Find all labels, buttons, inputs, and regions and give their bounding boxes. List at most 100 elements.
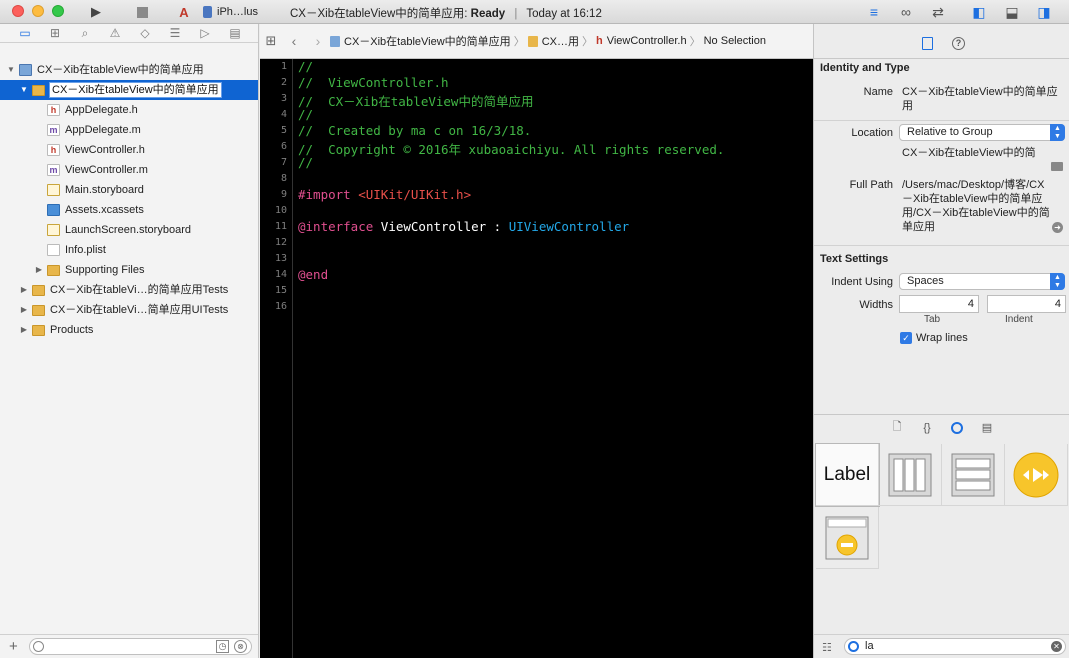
tree-row[interactable]: Info.plist	[0, 240, 258, 260]
tree-row[interactable]: ▶ Supporting Files	[0, 260, 258, 280]
header-file-icon: h	[47, 144, 60, 156]
tab-tests[interactable]: ◇	[130, 24, 160, 42]
wrap-lines-checkbox[interactable]: ✓	[900, 332, 912, 344]
filter-icon	[33, 641, 44, 652]
navigator-tabs: ▭ ⊞ ⌕ ⚠ ◇ ☰ ▷ ▤	[0, 24, 258, 43]
back-button[interactable]: ‹	[282, 33, 306, 49]
toggle-debug-area-button[interactable]: ⬓	[1000, 2, 1024, 22]
assistant-editor-button[interactable]: ∞	[894, 2, 918, 22]
close-window-button[interactable]	[12, 5, 24, 17]
tree-row-label: Info.plist	[65, 244, 106, 256]
code-area[interactable]: 1 2 3 4 5 6 7 8 9 10 11 12 13 14 15 16 //// ViewControl…	[260, 59, 813, 658]
tree-row[interactable]: Assets.xcassets	[0, 200, 258, 220]
tab-find[interactable]: ⌕	[70, 24, 100, 42]
tab-reports[interactable]: ▤	[220, 24, 250, 42]
table-view-icon	[951, 453, 995, 496]
disclosure-open-icon[interactable]: ▼	[19, 80, 29, 100]
file-inspector-tab[interactable]	[922, 37, 933, 50]
line-number: 14	[274, 269, 287, 280]
run-button[interactable]: ▶	[86, 2, 106, 22]
zoom-window-button[interactable]	[52, 5, 64, 17]
tree-row[interactable]: ▶ Products	[0, 320, 258, 340]
view-controller-icon	[825, 516, 869, 559]
tree-row[interactable]: LaunchScreen.storyboard	[0, 220, 258, 240]
toggle-navigator-button[interactable]: ◧	[967, 2, 991, 22]
add-file-button[interactable]: +	[9, 638, 18, 655]
tab-symbols[interactable]: ⊞	[40, 24, 70, 42]
scheme-selector[interactable]: A	[174, 2, 194, 22]
stop-button[interactable]	[133, 2, 151, 22]
library-item-media[interactable]	[1005, 444, 1068, 506]
disclosure-closed-icon[interactable]: ▶	[19, 320, 29, 340]
assets-icon	[47, 204, 60, 216]
tree-row[interactable]: Main.storyboard	[0, 180, 258, 200]
toggle-utilities-button[interactable]: ◨	[1032, 2, 1056, 22]
minimize-window-button[interactable]	[32, 5, 44, 17]
clear-filter-icon[interactable]: ✕	[1051, 641, 1062, 652]
tree-row[interactable]: h ViewController.h	[0, 140, 258, 160]
tree-row[interactable]: h AppDelegate.h	[0, 100, 258, 120]
header-file-icon: h	[595, 35, 603, 47]
navigator-filter-field[interactable]: ◷ ⊗	[29, 638, 252, 655]
chevron-left-icon: ‹	[291, 33, 297, 49]
divider	[814, 245, 1069, 246]
indent-using-popup[interactable]: Spaces ▲ ▼	[899, 273, 1065, 290]
text-settings-section-title: Text Settings	[820, 253, 889, 265]
name-field[interactable]: CX－Xib在tableView中的简单应用	[902, 85, 1062, 113]
tree-row[interactable]: ▶ CX－Xib在tableVi…简单应用UITests	[0, 300, 258, 320]
folder-icon	[32, 305, 45, 316]
list-view-toggle[interactable]: ☷	[822, 641, 832, 654]
reveal-in-finder-icon[interactable]: ➜	[1052, 222, 1063, 233]
tab-breakpoints[interactable]: ▷	[190, 24, 220, 42]
library-filter-field[interactable]: la ✕	[844, 638, 1066, 655]
disclosure-closed-icon[interactable]: ▶	[19, 280, 29, 300]
breadcrumb-file[interactable]: h ViewController.h	[596, 35, 687, 47]
tab-issues[interactable]: ⚠	[100, 24, 130, 42]
full-path-value: /Users/mac/Desktop/博客/CX－Xib在tableView中的…	[902, 179, 1050, 233]
stop-icon	[136, 6, 148, 18]
library-item-label[interactable]: Label	[815, 443, 880, 507]
library-item-view-controller[interactable]	[816, 507, 879, 569]
code-snippet-library-tab[interactable]: {}	[919, 420, 935, 436]
tree-row[interactable]: ▶ CX－Xib在tableVi…的简单应用Tests	[0, 280, 258, 300]
location-popup[interactable]: Relative to Group ▲ ▼	[899, 124, 1065, 141]
breadcrumb-selection[interactable]: No Selection	[704, 35, 766, 47]
forward-button[interactable]: ›	[306, 33, 330, 49]
line-number: 13	[274, 253, 287, 264]
device-selector[interactable]: iPh…lus	[203, 2, 258, 22]
indent-width-field[interactable]: 4	[987, 295, 1066, 313]
tree-row[interactable]: ▼ CX－Xib在tableView中的简单应用	[0, 80, 258, 100]
tree-row[interactable]: m AppDelegate.m	[0, 120, 258, 140]
tree-row-label: ViewController.m	[65, 164, 148, 176]
recent-files-icon[interactable]: ◷	[216, 640, 229, 653]
line-number-gutter: 1 2 3 4 5 6 7 8 9 10 11 12 13 14 15 16	[260, 59, 293, 658]
location-label: Location	[851, 127, 893, 139]
choose-folder-icon[interactable]	[1051, 162, 1063, 171]
line-number: 5	[280, 125, 287, 136]
tab-project[interactable]: ▭	[10, 24, 40, 42]
object-library-tab[interactable]	[949, 420, 965, 436]
quick-help-tab[interactable]: ?	[952, 37, 965, 50]
file-template-library-tab[interactable]: 🗋	[889, 420, 905, 436]
tab-width-field[interactable]: 4	[899, 295, 979, 313]
indent-using-label: Indent Using	[831, 276, 893, 288]
standard-editor-button[interactable]: ≡	[862, 2, 886, 22]
version-editor-button[interactable]: ⇄	[926, 2, 950, 22]
disclosure-open-icon[interactable]: ▼	[6, 60, 16, 80]
disclosure-closed-icon[interactable]: ▶	[19, 300, 29, 320]
media-library-tab[interactable]: ▤	[979, 420, 995, 436]
left-panel-icon: ◧	[972, 3, 986, 20]
related-items-button[interactable]: ⊞	[260, 33, 282, 49]
breadcrumb-group[interactable]: CX…用	[527, 33, 579, 49]
code-line: #import <UIKit/UIKit.h>	[298, 187, 471, 202]
tab-debug[interactable]: ☰	[160, 24, 190, 42]
tree-row[interactable]: m ViewController.m	[0, 160, 258, 180]
objc-file-icon: m	[47, 164, 60, 176]
tree-row-label: Main.storyboard	[65, 184, 144, 196]
source-control-filter-icon[interactable]: ⊗	[234, 640, 247, 653]
breadcrumb-project[interactable]: CX－Xib在tableView中的简单应用	[330, 33, 511, 49]
tree-row[interactable]: ▼ CX－Xib在tableView中的简单应用	[0, 60, 258, 80]
disclosure-closed-icon[interactable]: ▶	[34, 260, 44, 280]
library-item-button[interactable]	[879, 444, 942, 506]
library-item-stack[interactable]	[942, 444, 1005, 506]
